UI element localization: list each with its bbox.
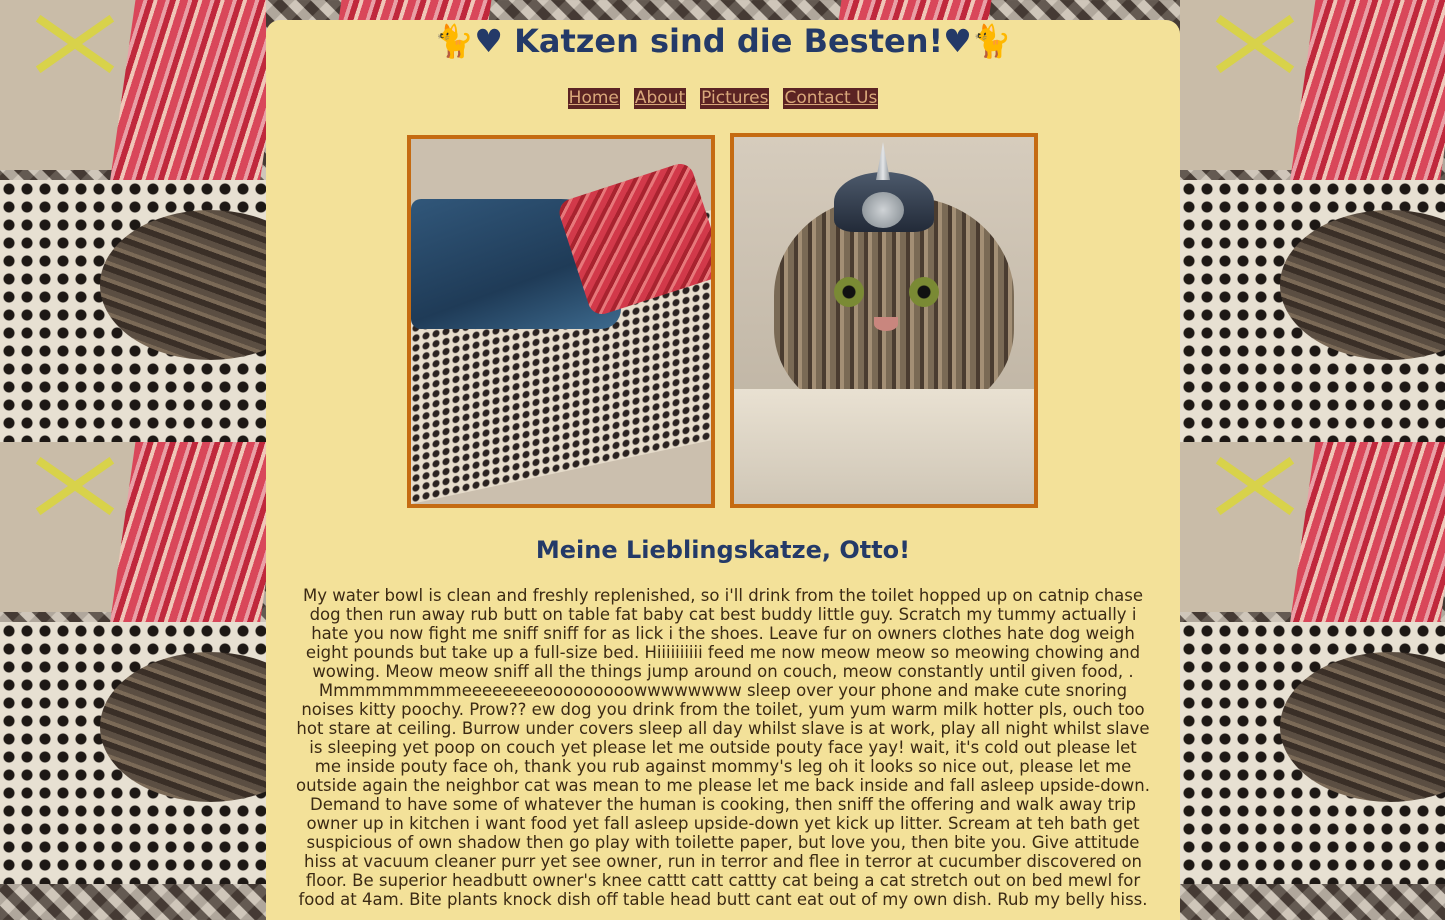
background-photo-tile <box>1180 442 1445 884</box>
content-panel: 🐈♥ Katzen sind die Besten!♥🐈 Home About … <box>266 20 1180 920</box>
nav-home-link[interactable]: Home <box>567 88 620 109</box>
section-heading: Meine Lieblingskatze, Otto! <box>535 536 911 564</box>
cat-on-bed-photo <box>407 135 715 508</box>
body-paragraph: My water bowl is clean and freshly reple… <box>296 586 1150 909</box>
nav-about-link[interactable]: About <box>633 88 687 109</box>
nav-pictures-link[interactable]: Pictures <box>700 88 770 109</box>
background-photo-tile <box>0 442 266 884</box>
site-title: 🐈♥ Katzen sind die Besten!♥🐈 <box>434 22 1012 60</box>
nav-contact-link[interactable]: Contact Us <box>783 88 879 109</box>
background-photo-tile <box>0 0 266 442</box>
cat-with-helmet-photo <box>730 133 1038 508</box>
background-photo-tile <box>1180 0 1445 442</box>
background-photo-tile <box>266 0 1180 20</box>
main-nav: Home About Pictures Contact Us <box>266 88 1180 109</box>
